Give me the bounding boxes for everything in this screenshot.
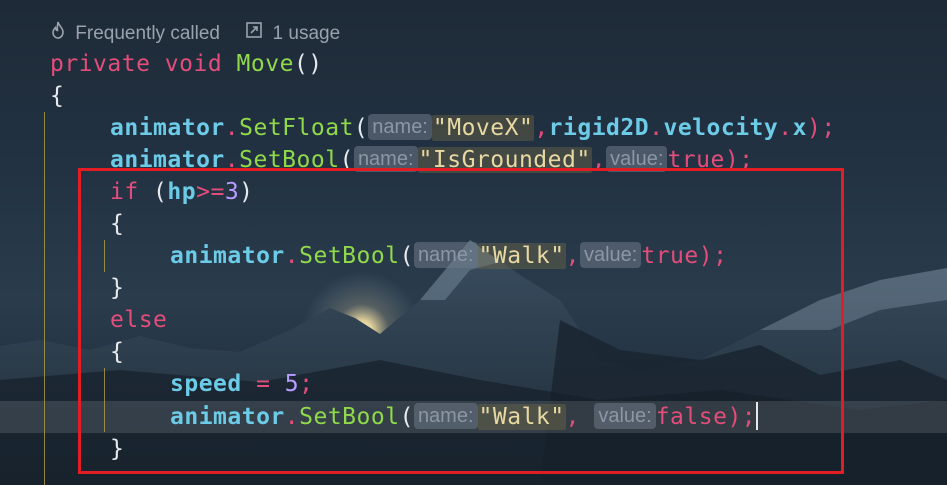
punctuation: , xyxy=(534,115,549,141)
flame-icon xyxy=(50,21,66,47)
identifier: velocity xyxy=(663,115,779,141)
codelens-row: Frequently called 1 usage xyxy=(50,21,340,47)
external-link-icon xyxy=(245,21,263,47)
punctuation: . xyxy=(778,115,793,141)
open-brace: { xyxy=(50,83,65,109)
highlight-annotation-box xyxy=(78,168,844,474)
code-line-2[interactable]: { xyxy=(50,80,64,112)
keyword-void: void xyxy=(164,51,223,77)
identifier: rigid2D xyxy=(548,115,650,141)
punctuation: ( xyxy=(353,115,369,141)
parameter-hint: name: xyxy=(368,114,432,140)
identifier: animator xyxy=(110,115,225,141)
method-name: Move xyxy=(236,51,294,77)
punctuation: ); xyxy=(806,115,836,141)
usage-count-link[interactable]: 1 usage xyxy=(273,21,341,47)
method-call: SetFloat xyxy=(239,115,354,141)
keyword-private: private xyxy=(50,51,151,77)
punctuation: () xyxy=(293,51,323,77)
code-line-1[interactable]: private void Move() xyxy=(50,48,323,80)
punctuation: . xyxy=(224,115,240,141)
frequently-called-label[interactable]: Frequently called xyxy=(75,21,220,47)
code-line-3[interactable]: animator.SetFloat(name: "MoveX",rigid2D.v… xyxy=(110,112,836,144)
identifier: x xyxy=(792,115,807,141)
string-literal: "MoveX" xyxy=(431,115,535,141)
punctuation: . xyxy=(649,115,664,141)
